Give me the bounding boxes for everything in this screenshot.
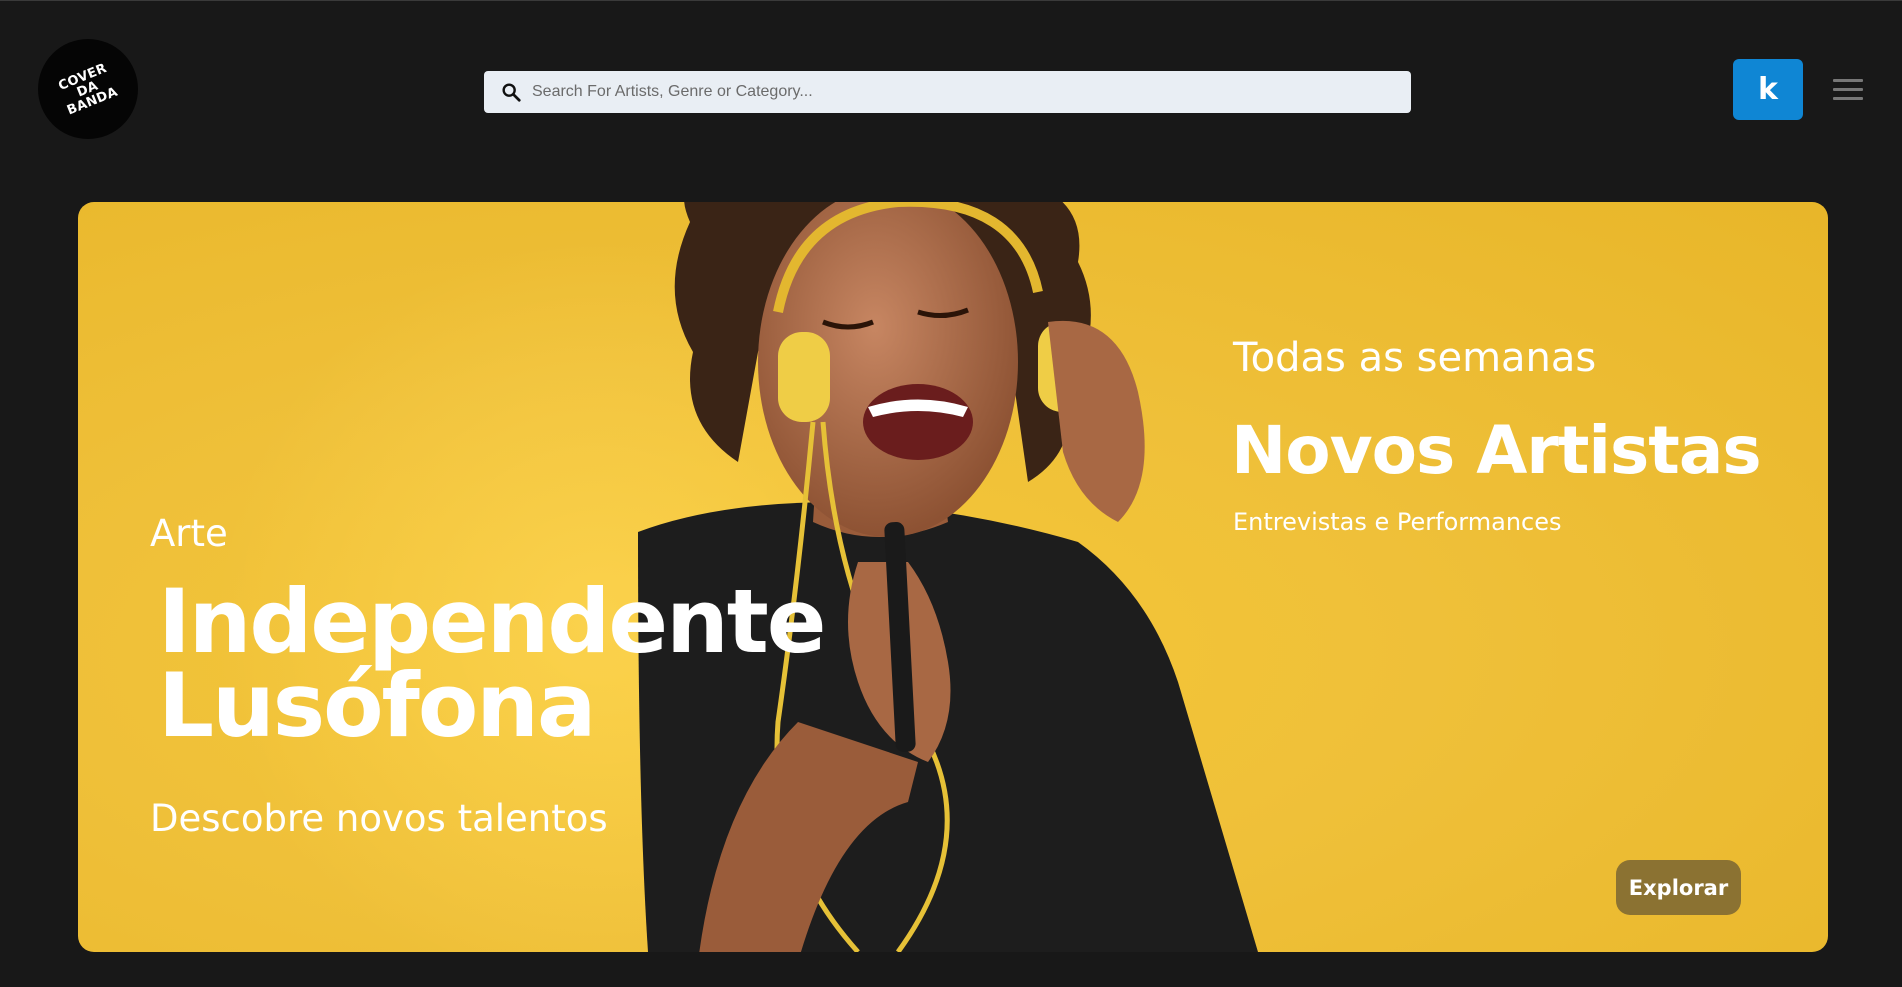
logo-text: COVER DA BANDA	[56, 60, 121, 118]
hero-banner: Arte Independente Lusófona Descobre novo…	[78, 202, 1828, 952]
hamburger-icon[interactable]	[1833, 79, 1863, 103]
brand-logo[interactable]: COVER DA BANDA	[38, 39, 138, 139]
search-icon	[502, 83, 521, 102]
promo-kicker: Todas as semanas	[1233, 335, 1597, 381]
hero-subtitle: Descobre novos talentos	[150, 797, 608, 840]
avatar[interactable]: k	[1733, 59, 1803, 120]
promo-subtitle: Entrevistas e Performances	[1233, 508, 1562, 536]
search-bar[interactable]	[484, 71, 1411, 113]
hero-kicker: Arte	[150, 512, 228, 555]
hero-title-line2: Lusófona	[158, 654, 596, 757]
page: COVER DA BANDA k	[0, 0, 1902, 987]
search-input[interactable]	[532, 71, 1411, 113]
explore-button[interactable]: Explorar	[1616, 860, 1741, 915]
promo-title: Novos Artistas	[1231, 412, 1762, 489]
hero-title-line1: Independente	[158, 570, 826, 673]
